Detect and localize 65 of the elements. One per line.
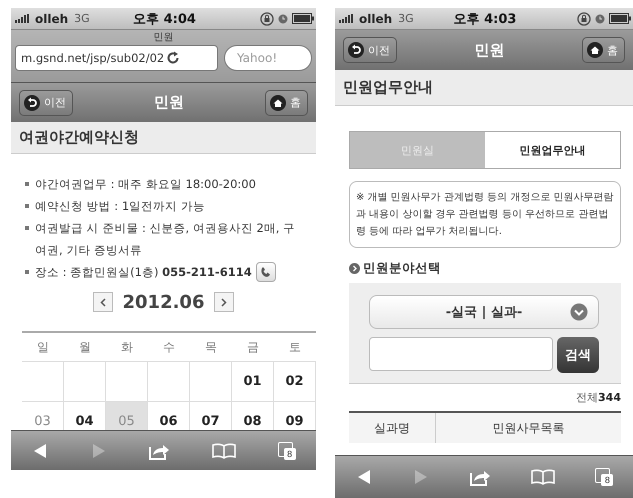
home-icon <box>587 42 603 58</box>
reload-icon <box>166 51 180 65</box>
carrier-label: olleh <box>35 12 68 26</box>
rotation-lock-icon <box>260 12 274 26</box>
alarm-icon <box>595 14 605 24</box>
empty-day-cell <box>148 362 190 402</box>
signal-icon <box>339 14 355 23</box>
next-month-button[interactable] <box>214 292 234 312</box>
arrow-bullet-icon <box>349 263 360 274</box>
chevron-right-icon <box>221 298 228 306</box>
section-title: 민원분야선택 <box>363 260 441 277</box>
empty-day-cell <box>190 362 232 402</box>
section-heading: 여권야간예약신청 <box>11 122 316 154</box>
bullet-icon <box>25 182 29 186</box>
carrier-label: olleh <box>359 12 392 26</box>
page-title: 민원 <box>154 93 184 112</box>
weekday-label: 수 <box>148 333 190 362</box>
search-button[interactable]: 검색 <box>557 337 599 373</box>
network-label: 3G <box>74 12 90 25</box>
info-text: 야간여권업무 : 매주 화요일 18:00-20:00 <box>35 176 256 193</box>
weekday-label: 화 <box>106 333 148 362</box>
previous-month-button[interactable] <box>92 292 112 312</box>
battery-icon <box>292 13 314 24</box>
chevron-left-icon <box>100 298 106 306</box>
weekday-label: 일 <box>22 333 64 362</box>
weekday-label: 월 <box>64 333 106 362</box>
weekday-label: 금 <box>232 333 274 362</box>
url-field[interactable]: m.gsnd.net/jsp/sub02/02 <box>15 45 218 71</box>
share-icon <box>468 468 491 486</box>
keyword-field[interactable] <box>369 337 553 371</box>
bullet-icon <box>25 226 29 230</box>
bullet-icon <box>25 204 29 208</box>
info-text: 장소 : 종합민원실(1층) 055-211-6114 <box>35 264 252 281</box>
page-title: 민원 <box>474 40 504 60</box>
book-icon <box>530 469 556 485</box>
column-header: 민원사무목록 <box>492 420 566 436</box>
notice-box: ※ 개별 민원사무가 관계법령 등의 개정으로 민원사무편람과 내용이 상이할 경우 관련법령 등이 우선하므로 관련법령 등에 따라 업무가 처리됩니다. <box>349 181 621 248</box>
dropdown-chevron-icon <box>570 303 588 321</box>
home-icon <box>270 94 286 110</box>
book-icon <box>211 442 238 458</box>
calendar-day[interactable]: 02 <box>274 362 316 402</box>
weekday-label: 목 <box>190 333 232 362</box>
month-label: 2012.06 <box>122 292 204 312</box>
calendar-day[interactable]: 01 <box>232 362 274 402</box>
category-dropdown[interactable]: -실국 | 실과- <box>369 295 599 329</box>
alarm-icon <box>278 14 288 24</box>
browser-page-title: 민원 <box>152 31 174 45</box>
section-heading: 민원업무안내 <box>335 70 633 106</box>
signal-icon <box>15 14 31 23</box>
empty-day-cell <box>64 362 106 402</box>
total-count: 전체344 <box>576 390 621 405</box>
bullet-icon <box>25 270 29 274</box>
rotation-lock-icon <box>577 12 591 26</box>
battery-icon <box>609 13 631 24</box>
call-button[interactable] <box>256 262 276 282</box>
clock-time: 오후 4:03 <box>454 10 516 28</box>
info-text: 여권발급 시 준비물 : 신분증, 여권용사진 2매, 구여권, 기타 증빙서류 <box>35 220 296 259</box>
network-label: 3G <box>398 12 414 25</box>
search-field[interactable]: Yahoo! <box>224 45 312 71</box>
clock-time: 오후 4:04 <box>133 10 196 28</box>
column-header: 실과명 <box>349 413 436 443</box>
info-text: 예약신청 방법 : 1일전까지 가능 <box>35 198 205 215</box>
empty-day-cell <box>22 362 64 402</box>
phone-icon <box>260 266 272 278</box>
weekday-label: 토 <box>274 333 316 362</box>
